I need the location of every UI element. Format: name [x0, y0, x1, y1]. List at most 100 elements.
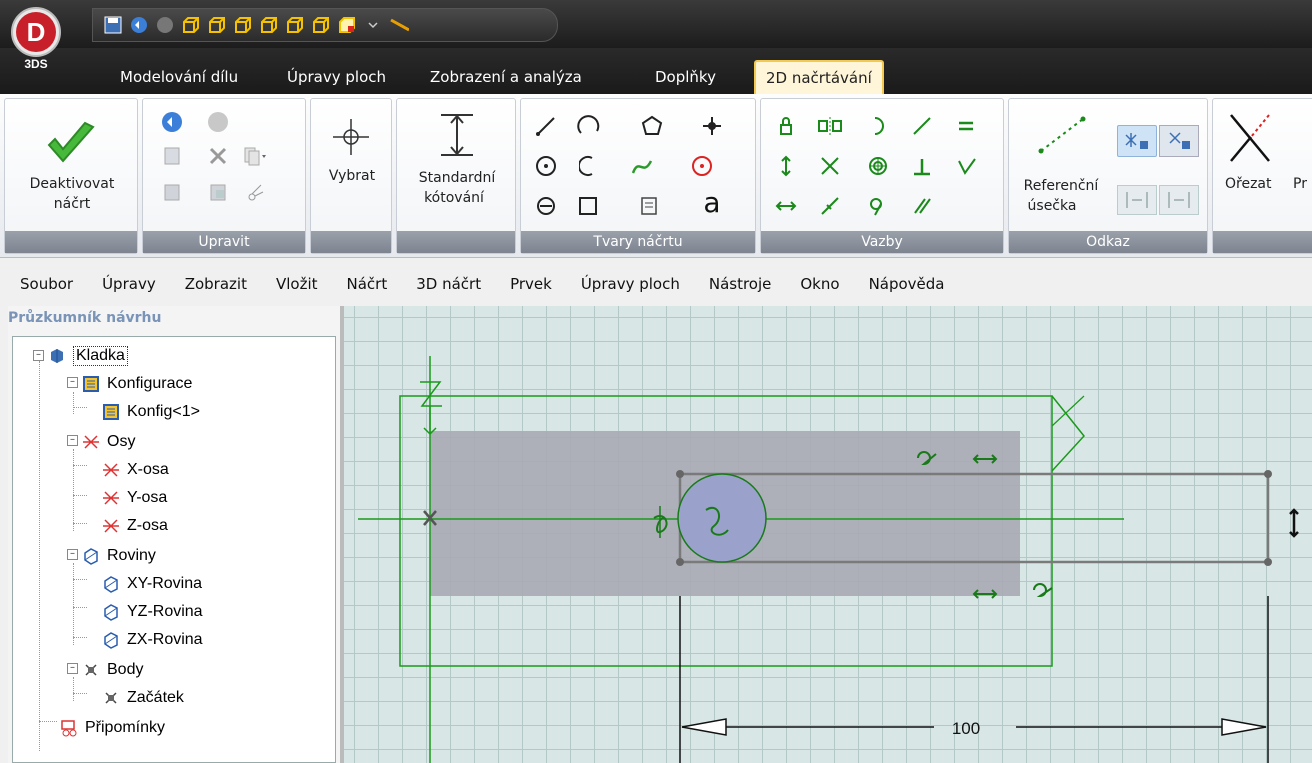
circle-sketch[interactable]	[677, 473, 767, 563]
cut-icon[interactable]	[243, 179, 269, 205]
point-on-curve-constraint-icon[interactable]	[865, 193, 891, 219]
reference-distance-icon[interactable]	[1117, 185, 1157, 215]
collapse-toggle-osy[interactable]: –	[67, 435, 78, 446]
tree-item-roviny[interactable]: Roviny	[81, 543, 156, 569]
midpoint-constraint-icon[interactable]	[817, 153, 843, 179]
app-logo[interactable]: D 3DS	[8, 6, 64, 71]
vertical-constraint-icon[interactable]	[773, 153, 799, 179]
view-back-icon[interactable]	[207, 15, 227, 35]
tree-item-konfigurace[interactable]: Konfigurace	[81, 371, 192, 397]
concentric-constraint-icon[interactable]	[865, 153, 891, 179]
save-icon[interactable]	[103, 15, 123, 35]
redo-icon[interactable]	[205, 109, 231, 135]
tree-item-pripominky[interactable]: Připomínky	[59, 715, 165, 741]
view-front-icon[interactable]	[181, 15, 201, 35]
dimension-value[interactable]: 100	[952, 719, 980, 738]
view-top-icon[interactable]	[285, 15, 305, 35]
paste-icon[interactable]	[159, 179, 185, 205]
copy-icon[interactable]	[243, 143, 269, 169]
menu-vlozit[interactable]: Vložit	[276, 275, 318, 293]
tree-item-body[interactable]: Body	[81, 657, 143, 683]
point-icon[interactable]	[699, 113, 725, 139]
tree-item-kladka[interactable]: Kladka	[47, 343, 128, 369]
angle-constraint-icon[interactable]	[953, 153, 979, 179]
tree-item-yz-rovina[interactable]: YZ-Rovina	[101, 599, 203, 625]
tree-item-z-osa[interactable]: Z-osa	[101, 513, 168, 539]
menu-nacrt[interactable]: Náčrt	[347, 275, 388, 293]
deactivate-sketch-label-1[interactable]: Deaktivovat	[5, 175, 139, 193]
deactivate-sketch-label-2[interactable]: náčrt	[5, 195, 139, 213]
tab-doplnky[interactable]: Doplňky	[645, 60, 726, 94]
reference-line-label-1[interactable]: Referenční	[1011, 177, 1111, 195]
dimension-label-1[interactable]: Standardní	[397, 169, 517, 187]
menu-nastroje[interactable]: Nástroje	[709, 275, 772, 293]
tree-item-konfig-1[interactable]: Konfig<1>	[101, 399, 200, 425]
select-crosshair-icon[interactable]	[331, 117, 371, 157]
delete-icon[interactable]	[205, 143, 231, 169]
tab-modelovani-dilu[interactable]: Modelování dílu	[110, 60, 248, 94]
measure-icon[interactable]	[389, 15, 409, 35]
collapse-toggle-roviny[interactable]: –	[67, 549, 78, 560]
reference-distance-2-icon[interactable]	[1159, 185, 1199, 215]
tab-upravy-ploch[interactable]: Úpravy ploch	[277, 60, 396, 94]
view-iso-icon[interactable]	[337, 15, 357, 35]
select-label[interactable]: Vybrat	[311, 167, 393, 185]
tree-item-osy[interactable]: Osy	[81, 429, 135, 455]
chevron-down-icon[interactable]	[363, 15, 383, 35]
tree-item-zx-rovina[interactable]: ZX-Rovina	[101, 627, 203, 653]
tree-item-x-osa[interactable]: X-osa	[101, 457, 169, 483]
coincident-constraint-icon[interactable]	[817, 193, 843, 219]
menu-napoveda[interactable]: Nápověda	[869, 275, 945, 293]
horizontal-constraint-icon[interactable]	[773, 193, 799, 219]
sketch-drawing[interactable]: 100	[344, 306, 1312, 763]
collinear-constraint-icon[interactable]	[909, 113, 935, 139]
reference-intersection-icon[interactable]	[1159, 125, 1199, 157]
menu-zobrazit[interactable]: Zobrazit	[185, 275, 247, 293]
text-tool-icon[interactable]: a	[699, 186, 725, 219]
menu-soubor[interactable]: Soubor	[20, 275, 73, 293]
equal-constraint-icon[interactable]	[953, 113, 979, 139]
sketch-canvas[interactable]: 100	[340, 306, 1312, 763]
dimension-icon[interactable]	[435, 111, 479, 159]
menu-okno[interactable]: Okno	[800, 275, 839, 293]
menu-upravy[interactable]: Úpravy	[102, 275, 156, 293]
menu-upravy-ploch[interactable]: Úpravy ploch	[581, 275, 680, 293]
arc-icon[interactable]	[577, 113, 603, 139]
rectangle-icon[interactable]	[577, 193, 603, 219]
reference-point-icon[interactable]	[1117, 125, 1157, 157]
spline-icon[interactable]	[631, 153, 657, 179]
properties-icon[interactable]	[159, 143, 185, 169]
ellipse-icon[interactable]	[533, 193, 559, 219]
tree-item-y-osa[interactable]: Y-osa	[101, 485, 167, 511]
offset-icon[interactable]	[637, 193, 663, 219]
line-icon[interactable]	[533, 113, 559, 139]
trim-label[interactable]: Ořezat	[1225, 175, 1272, 193]
collapse-toggle-konfigurace[interactable]: –	[67, 377, 78, 388]
fixed-constraint-icon[interactable]	[773, 113, 799, 139]
dimension-label-2[interactable]: kótování	[397, 189, 511, 207]
tab-zobrazeni-a-analyza[interactable]: Zobrazení a analýza	[420, 60, 592, 94]
view-right-icon[interactable]	[259, 15, 279, 35]
design-tree[interactable]: – – – – – Kladka Konfigurace Konfig<1> O…	[12, 336, 336, 763]
perpendicular-constraint-icon[interactable]	[909, 153, 935, 179]
redo-icon[interactable]	[155, 15, 175, 35]
circle-center-icon[interactable]	[691, 153, 717, 179]
view-left-icon[interactable]	[233, 15, 253, 35]
menu-3d-nacrt[interactable]: 3D náčrt	[416, 275, 481, 293]
reference-line-label-2[interactable]: úsečka	[1011, 197, 1093, 215]
trim-icon[interactable]	[1227, 111, 1273, 165]
checkmark-icon[interactable]	[45, 121, 97, 167]
collapse-toggle-body[interactable]: –	[67, 663, 78, 674]
symmetric-constraint-icon[interactable]	[817, 113, 843, 139]
tab-2d-nacrtavani[interactable]: 2D načrtávání	[754, 60, 884, 94]
paste-special-icon[interactable]	[205, 179, 231, 205]
view-bottom-icon[interactable]	[311, 15, 331, 35]
parallel-constraint-icon[interactable]	[909, 193, 935, 219]
partial-arc-icon[interactable]	[577, 153, 603, 179]
tree-item-zacatek[interactable]: Začátek	[101, 685, 184, 711]
polygon-icon[interactable]	[639, 113, 665, 139]
trim-next-label[interactable]: Pr	[1293, 175, 1307, 193]
undo-icon[interactable]	[129, 15, 149, 35]
undo-icon[interactable]	[159, 109, 185, 135]
tree-item-xy-rovina[interactable]: XY-Rovina	[101, 571, 202, 597]
